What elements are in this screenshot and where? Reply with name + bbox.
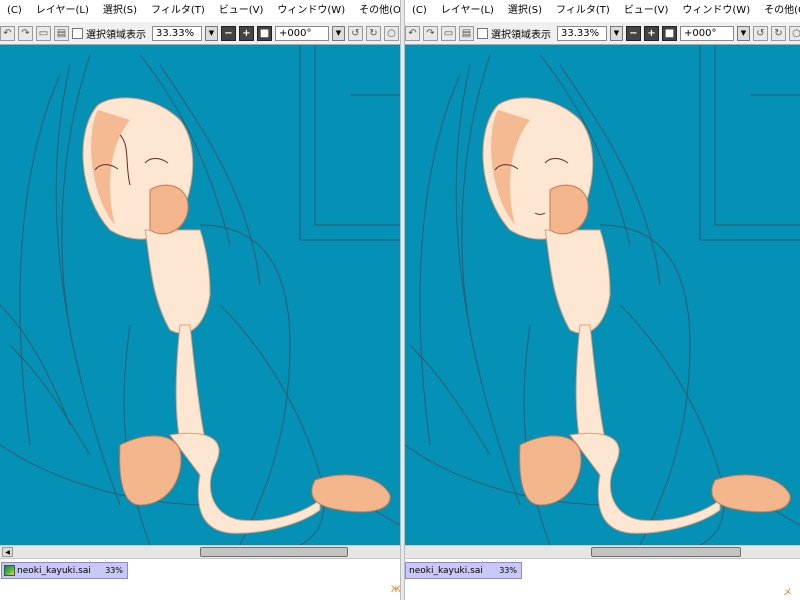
right-view-pane: (C) レイヤー(L) 選択(S) フィルタ(T) ビュー(V) ウィンドウ(W… [405,0,800,600]
memo-label: メモ [783,588,793,598]
menu-bar: (C) レイヤー(L) 選択(S) フィルタ(T) ビュー(V) ウィンドウ(W… [405,0,800,23]
menu-item-select[interactable]: 選択(S) [96,0,144,22]
zoom-in-icon[interactable]: + [644,25,659,41]
menu-item-filter[interactable]: フィルタ(T) [144,0,212,22]
scroll-thumb[interactable] [200,547,348,557]
document-filename: neoki_kayuki.sai [409,565,483,576]
menu-bar: (C) レイヤー(L) 選択(S) フィルタ(T) ビュー(V) ウィンドウ(W… [0,0,400,23]
drawing-canvas[interactable] [0,45,400,545]
chevron-down-icon[interactable]: ▼ [332,25,345,41]
drawing-canvas[interactable] [405,45,800,545]
chevron-down-icon[interactable]: ▼ [610,25,623,41]
show-selection-checkbox[interactable] [477,27,488,39]
zoom-reset-icon[interactable]: ■ [257,25,272,41]
menu-item-clipped[interactable]: (C) [405,0,434,22]
document-thumbnail-icon [4,565,15,576]
undo-icon[interactable]: ↶ [0,25,15,41]
document-tab[interactable]: neoki_kayuki.sai 33% [405,562,522,579]
scroll-thumb[interactable] [591,547,741,557]
invert-selection-icon[interactable]: ▤ [459,25,474,41]
rotate-reset-icon[interactable]: ○ [789,25,800,41]
menu-item-view[interactable]: ビュー(V) [212,0,271,22]
invert-selection-icon[interactable]: ▤ [54,25,69,41]
view-toolbar: ↶ ↷ ▭ ▤ 選択領域表示 33.33% ▼ − + ■ +000° ▼ ↺ … [0,22,400,45]
zoom-reset-icon[interactable]: ■ [662,25,677,41]
zoom-out-icon[interactable]: − [221,25,236,41]
document-tabbar: neoki_kayuki.sai 33% Ж [0,559,400,600]
menu-item-select[interactable]: 選択(S) [501,0,549,22]
document-tabbar: neoki_kayuki.sai 33% メモ [405,559,800,600]
skin-fill [82,97,391,534]
left-view-pane: (C) レイヤー(L) 選択(S) フィルタ(T) ビュー(V) ウィンドウ(W… [0,0,400,600]
show-selection-checkbox[interactable] [72,27,83,39]
menu-item-view[interactable]: ビュー(V) [617,0,676,22]
zoom-in-icon[interactable]: + [239,25,254,41]
undo-icon[interactable]: ↶ [405,25,420,41]
zoom-input[interactable]: 33.33% [557,25,607,41]
menu-item-filter[interactable]: フィルタ(T) [549,0,617,22]
deselect-icon[interactable]: ▭ [441,25,456,41]
show-selection-label: 選択領域表示 [86,29,146,41]
rotate-reset-icon[interactable]: ○ [384,25,399,41]
document-zoom: 33% [499,566,517,575]
chevron-down-icon[interactable]: ▼ [205,25,218,41]
menu-item-others[interactable]: その他(O) [352,0,400,22]
zoom-input[interactable]: 33.33% [152,25,202,41]
scroll-left-icon[interactable]: ◀ [2,547,13,557]
redo-icon[interactable]: ↷ [423,25,438,41]
zoom-out-icon[interactable]: − [626,25,641,41]
horizontal-scrollbar[interactable]: ◀ [0,545,400,559]
rotation-input[interactable]: +000° [275,25,329,41]
menu-item-layer[interactable]: レイヤー(L) [29,0,96,22]
deselect-icon[interactable]: ▭ [36,25,51,41]
artwork [0,45,400,545]
memo-label-clipped: Ж [391,585,400,595]
rotate-ccw-icon[interactable]: ↺ [753,25,768,41]
rotation-input[interactable]: +000° [680,25,734,41]
menu-item-layer[interactable]: レイヤー(L) [434,0,501,22]
document-filename: neoki_kayuki.sai [17,565,91,576]
view-toolbar: ↶ ↷ ▭ ▤ 選択領域表示 33.33% ▼ − + ■ +000° ▼ ↺ … [405,22,800,45]
menu-item-others[interactable]: その他(O) [757,0,800,22]
document-tab[interactable]: neoki_kayuki.sai 33% [1,562,128,579]
menu-item-window[interactable]: ウィンドウ(W) [675,0,757,22]
menu-item-window[interactable]: ウィンドウ(W) [270,0,352,22]
horizontal-scrollbar[interactable] [405,545,800,559]
chevron-down-icon[interactable]: ▼ [737,25,750,41]
show-selection-label: 選択領域表示 [491,29,551,41]
redo-icon[interactable]: ↷ [18,25,33,41]
rotate-cw-icon[interactable]: ↻ [366,25,381,41]
artwork [405,45,800,545]
menu-item-clipped[interactable]: (C) [0,0,29,22]
document-zoom: 33% [105,566,123,575]
rotate-ccw-icon[interactable]: ↺ [348,25,363,41]
rotate-cw-icon[interactable]: ↻ [771,25,786,41]
skin-fill [482,97,791,534]
